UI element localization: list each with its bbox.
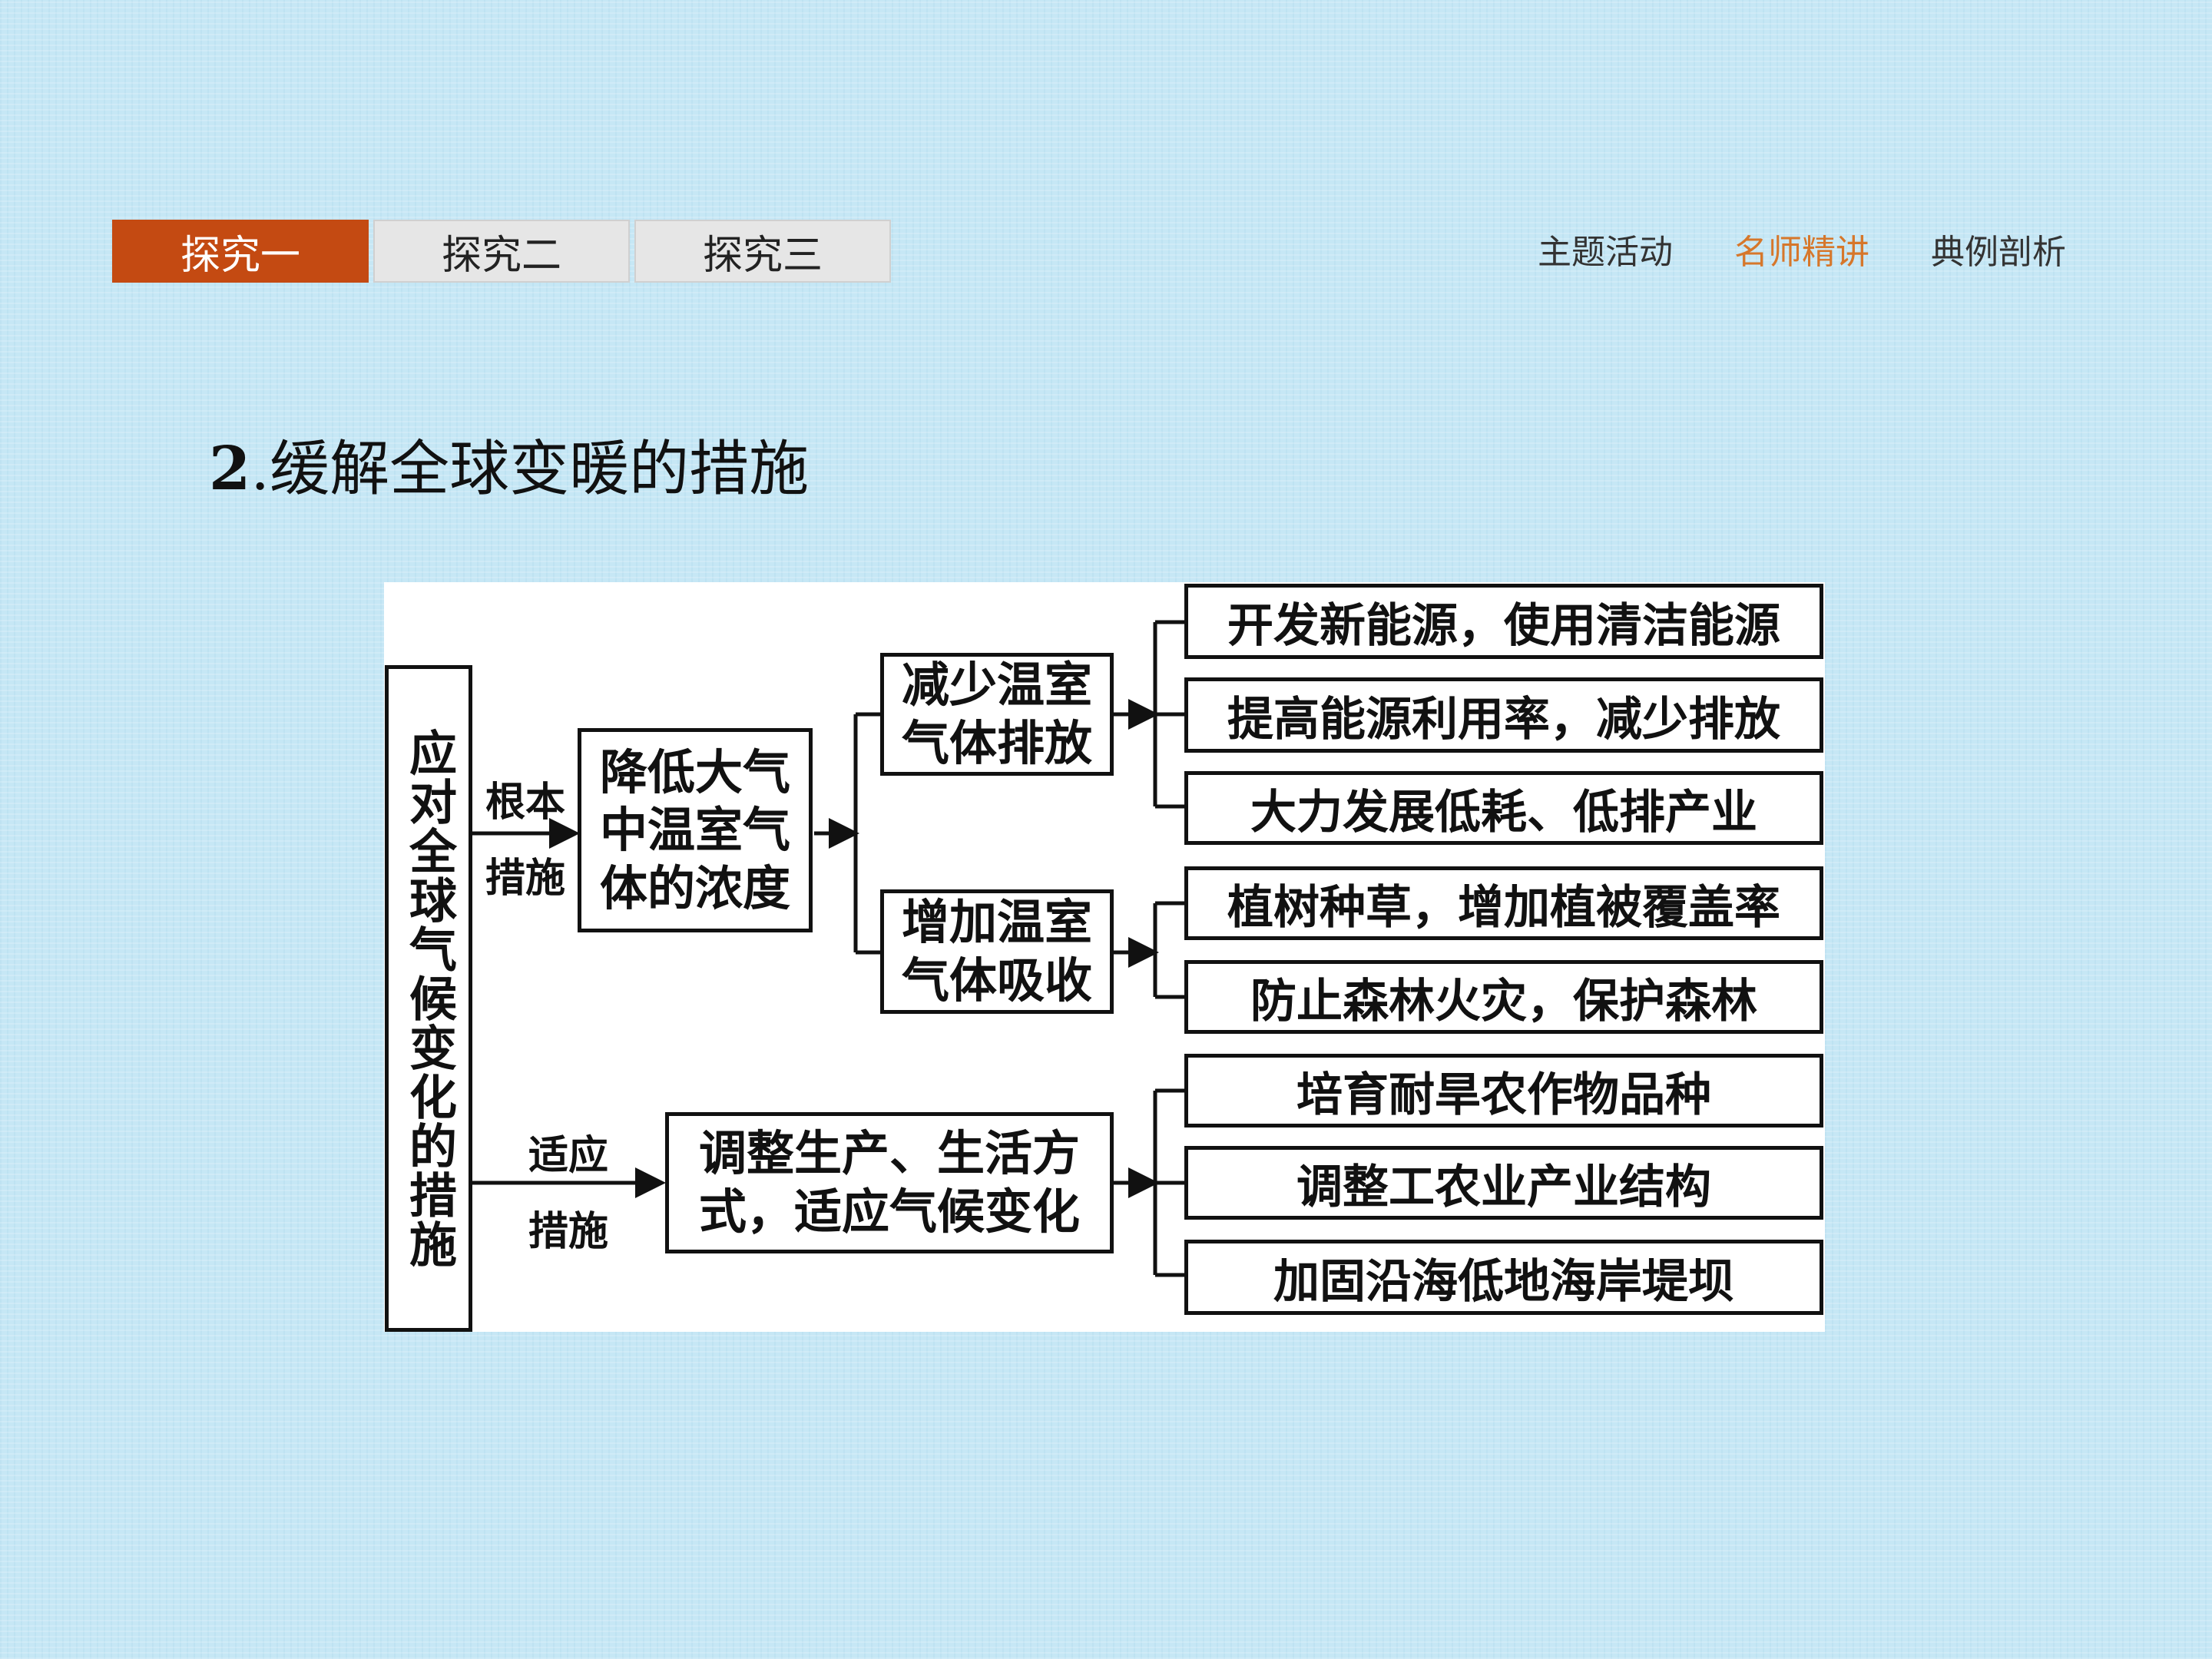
top-nav: 主题活动 名师精讲 典例剖析 — [1538, 224, 2066, 273]
page-title: 2.缓解全球变暖的措施 — [209, 421, 809, 507]
leaf-structure: 调整工农业产业结构 — [1184, 1146, 1823, 1220]
nav-example-analysis[interactable]: 典例剖析 — [1931, 224, 2066, 273]
tab-explore-2[interactable]: 探究二 — [373, 220, 630, 283]
node-adjust-lifestyle: 调整生产、生活方式，适应气候变化 — [665, 1112, 1114, 1253]
section-tabs: 探究一 探究二 探究三 — [112, 220, 896, 283]
leaf-crops: 培育耐旱农作物品种 — [1184, 1054, 1823, 1128]
node-increase-absorption: 增加温室气体吸收 — [880, 889, 1114, 1014]
leaf-forest: 防止森林火灾，保护森林 — [1184, 960, 1823, 1034]
edge-label-adapt: 适应 措施 — [528, 1132, 608, 1255]
node-reduce-concentration: 降低大气中温室气体的浓度 — [578, 728, 813, 932]
leaf-efficiency: 提高能源利用率，减少排放 — [1184, 677, 1823, 753]
measures-diagram: 应对全球气候变化的措施 根本 措施 适应 措施 降低大气中温室气体的浓度 减少温… — [384, 582, 1825, 1332]
tab-explore-1[interactable]: 探究一 — [112, 220, 369, 283]
tab-explore-3[interactable]: 探究三 — [634, 220, 891, 283]
title-number: 2 — [209, 434, 251, 504]
node-reduce-emission: 减少温室气体排放 — [880, 653, 1114, 776]
leaf-new-energy: 开发新能源，使用清洁能源 — [1184, 584, 1823, 659]
title-text: .缓解全球变暖的措施 — [250, 435, 810, 504]
leaf-dams: 加固沿海低地海岸堤坝 — [1184, 1240, 1823, 1315]
nav-teacher-lecture[interactable]: 名师精讲 — [1734, 224, 1869, 273]
leaf-plant: 植树种草，增加植被覆盖率 — [1184, 866, 1823, 940]
edge-label-fundamental: 根本 措施 — [485, 779, 565, 902]
nav-theme-activity[interactable]: 主题活动 — [1538, 224, 1673, 273]
leaf-low-industry: 大力发展低耗、低排产业 — [1184, 771, 1823, 845]
node-root-measures: 应对全球气候变化的措施 — [385, 665, 472, 1332]
